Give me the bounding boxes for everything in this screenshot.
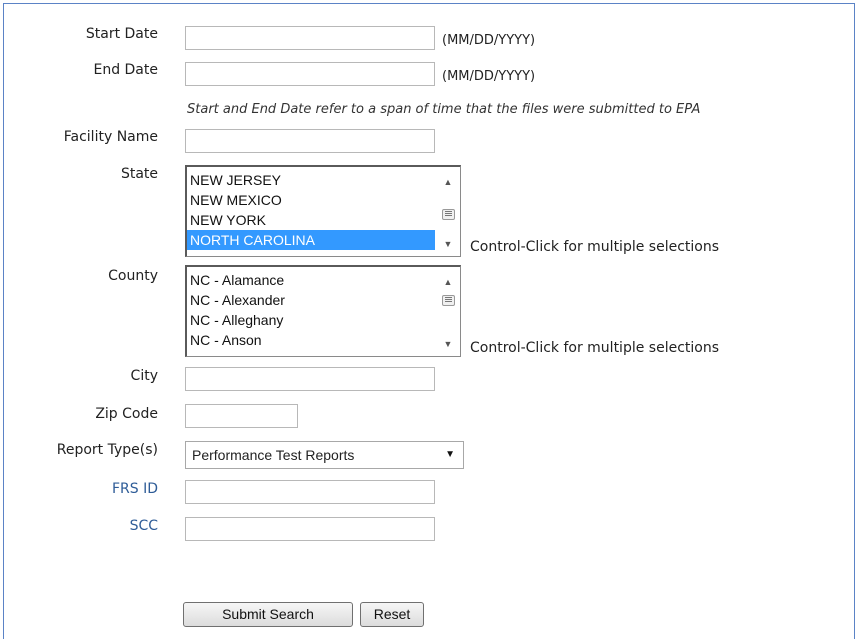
end-date-label: End Date [93,62,158,78]
frs-id-label[interactable]: FRS ID [38,481,158,497]
zip-code-label: Zip Code [95,406,158,422]
state-label: State [120,166,158,182]
county-label: County [108,268,158,284]
scroll-thumb-grip-icon[interactable] [442,209,455,220]
scroll-up-arrow-icon[interactable]: ▲ [436,277,460,287]
frs-id-input[interactable] [185,480,435,504]
report-type-select[interactable]: Performance Test Reports ▼ [185,441,464,469]
county-option[interactable]: NC - Alamance [187,270,460,290]
end-date-format-hint: (MM/DD/YYYY) [442,69,536,84]
county-multiselect-hint: Control-Click for multiple selections [470,340,720,356]
scc-label[interactable]: SCC [38,518,158,534]
city-label: City [130,368,158,384]
submit-search-button[interactable]: Submit Search [183,602,353,627]
state-option[interactable]: NEW MEXICO [187,190,460,210]
start-date-input[interactable] [185,26,435,50]
date-range-note: Start and End Date refer to a span of ti… [187,102,701,117]
city-input[interactable] [185,367,435,391]
state-listbox[interactable]: NEW JERSEY NEW MEXICO NEW YORK NORTH CAR… [185,165,461,257]
county-option[interactable]: NC - Anson [187,330,460,350]
state-option[interactable]: NEW JERSEY [187,170,460,190]
zip-code-input[interactable] [185,404,298,428]
county-listbox-scrollbar[interactable]: ▲ ▼ [435,267,460,356]
start-date-format-hint: (MM/DD/YYYY) [442,33,536,48]
county-option[interactable]: NC - Alexander [187,290,460,310]
reset-button[interactable]: Reset [360,602,424,627]
search-form-panel: Start Date (MM/DD/YYYY) End Date (MM/DD/… [3,3,855,639]
start-date-label: Start Date [85,26,158,42]
dropdown-arrow-icon[interactable]: ▼ [445,442,455,468]
facility-name-input[interactable] [185,129,435,153]
state-listbox-scrollbar[interactable]: ▲ ▼ [435,167,460,256]
county-listbox[interactable]: NC - Alamance NC - Alexander NC - Allegh… [185,265,461,357]
report-type-label: Report Type(s) [56,442,158,458]
state-multiselect-hint: Control-Click for multiple selections [470,239,720,255]
state-option[interactable]: NEW YORK [187,210,460,230]
end-date-input[interactable] [185,62,435,86]
scroll-thumb-grip-icon[interactable] [442,295,455,306]
report-type-selected-value: Performance Test Reports [192,447,355,463]
scroll-down-arrow-icon[interactable]: ▼ [436,239,460,249]
state-option-selected[interactable]: NORTH CAROLINA [187,230,436,250]
scroll-up-arrow-icon[interactable]: ▲ [436,177,460,187]
county-option[interactable]: NC - Alleghany [187,310,460,330]
scc-input[interactable] [185,517,435,541]
scroll-down-arrow-icon[interactable]: ▼ [436,339,460,349]
facility-name-label: Facility Name [63,129,158,145]
